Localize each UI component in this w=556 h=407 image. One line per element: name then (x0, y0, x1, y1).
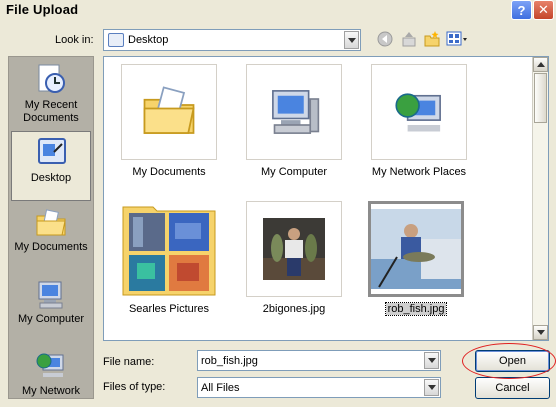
place-label: My Network (21, 385, 81, 397)
place-my-network[interactable]: My Network (9, 345, 93, 398)
lookin-label: Look in: (55, 34, 94, 46)
scroll-down-icon[interactable] (533, 325, 548, 340)
place-my-recent-documents[interactable]: My Recent Documents (9, 59, 93, 129)
place-label: My Recent Documents (23, 99, 79, 124)
annotation-circle (462, 343, 556, 379)
file-name: rob_fish.jpg (384, 302, 448, 316)
place-label: My Documents (14, 241, 88, 253)
vertical-scrollbar[interactable] (532, 57, 548, 340)
recent-documents-icon (38, 64, 65, 93)
places-bar: My Recent Documents Desktop My Documents… (8, 56, 94, 399)
file-name: My Documents (132, 166, 206, 178)
folder-documents-icon (143, 86, 195, 134)
file-name: 2bigones.jpg (262, 303, 326, 315)
image-thumbnail-icon (263, 218, 325, 280)
scroll-up-icon[interactable] (533, 57, 548, 72)
thumbnail-frame (368, 201, 464, 297)
scroll-thumb[interactable] (534, 73, 547, 123)
place-my-documents[interactable]: My Documents (9, 203, 93, 273)
up-folder-icon[interactable] (400, 30, 418, 48)
views-menu-icon[interactable] (446, 30, 468, 48)
desktop-icon (108, 33, 124, 47)
title-bar: File Upload ? ✕ (0, 0, 556, 20)
file-item-searles-pictures[interactable]: Searles Pictures (119, 199, 219, 329)
thumbnail-frame (121, 64, 217, 160)
file-name: Searles Pictures (128, 303, 210, 315)
file-type-dropdown[interactable]: All Files (197, 377, 441, 398)
place-label: My Computer (17, 313, 85, 325)
cancel-button[interactable]: Cancel (475, 377, 550, 399)
computer-icon (38, 281, 63, 309)
file-item-my-network-places[interactable]: My Network Places (369, 62, 469, 192)
file-item-my-computer[interactable]: My Computer (244, 62, 344, 192)
file-name-value: rob_fish.jpg (201, 355, 258, 367)
window-title: File Upload (6, 2, 79, 17)
new-folder-icon[interactable] (423, 30, 441, 48)
place-desktop[interactable]: Desktop (11, 131, 91, 201)
folder-documents-icon (36, 209, 66, 236)
lookin-dropdown[interactable]: Desktop (103, 29, 361, 51)
picture-folder-icon (122, 206, 216, 296)
file-item-rob-fish[interactable]: rob_fish.jpg (366, 199, 466, 329)
image-thumbnail-icon (371, 209, 461, 289)
close-icon: ✕ (538, 2, 549, 17)
thumbnail-frame (246, 64, 342, 160)
computer-icon (272, 90, 320, 134)
file-type-value: All Files (201, 382, 240, 394)
thumbnail-frame (371, 64, 467, 160)
back-icon[interactable] (376, 30, 394, 48)
network-places-icon (395, 93, 441, 132)
chevron-down-icon[interactable] (344, 31, 359, 49)
chevron-down-icon[interactable] (424, 379, 439, 396)
place-label: Desktop (30, 172, 72, 184)
file-name-label: File name: (103, 356, 155, 368)
file-item-2bigones[interactable]: 2bigones.jpg (244, 199, 344, 329)
network-places-icon (36, 353, 64, 377)
file-name: My Computer (260, 166, 328, 178)
question-icon: ? (517, 2, 526, 18)
lookin-value: Desktop (128, 34, 169, 46)
file-name: My Network Places (371, 166, 467, 178)
file-type-label: Files of type: (103, 381, 166, 393)
close-button[interactable]: ✕ (533, 0, 554, 20)
thumbnail-frame (246, 201, 342, 297)
file-name-field[interactable]: rob_fish.jpg (197, 350, 441, 371)
file-item-my-documents[interactable]: My Documents (119, 62, 219, 192)
help-button[interactable]: ? (511, 0, 532, 20)
thumbnail-frame (121, 201, 217, 297)
file-list: My Documents My Computer My Network Plac… (103, 56, 549, 341)
chevron-down-icon[interactable] (424, 352, 439, 369)
desktop-icon (38, 138, 66, 164)
place-my-computer[interactable]: My Computer (9, 275, 93, 345)
